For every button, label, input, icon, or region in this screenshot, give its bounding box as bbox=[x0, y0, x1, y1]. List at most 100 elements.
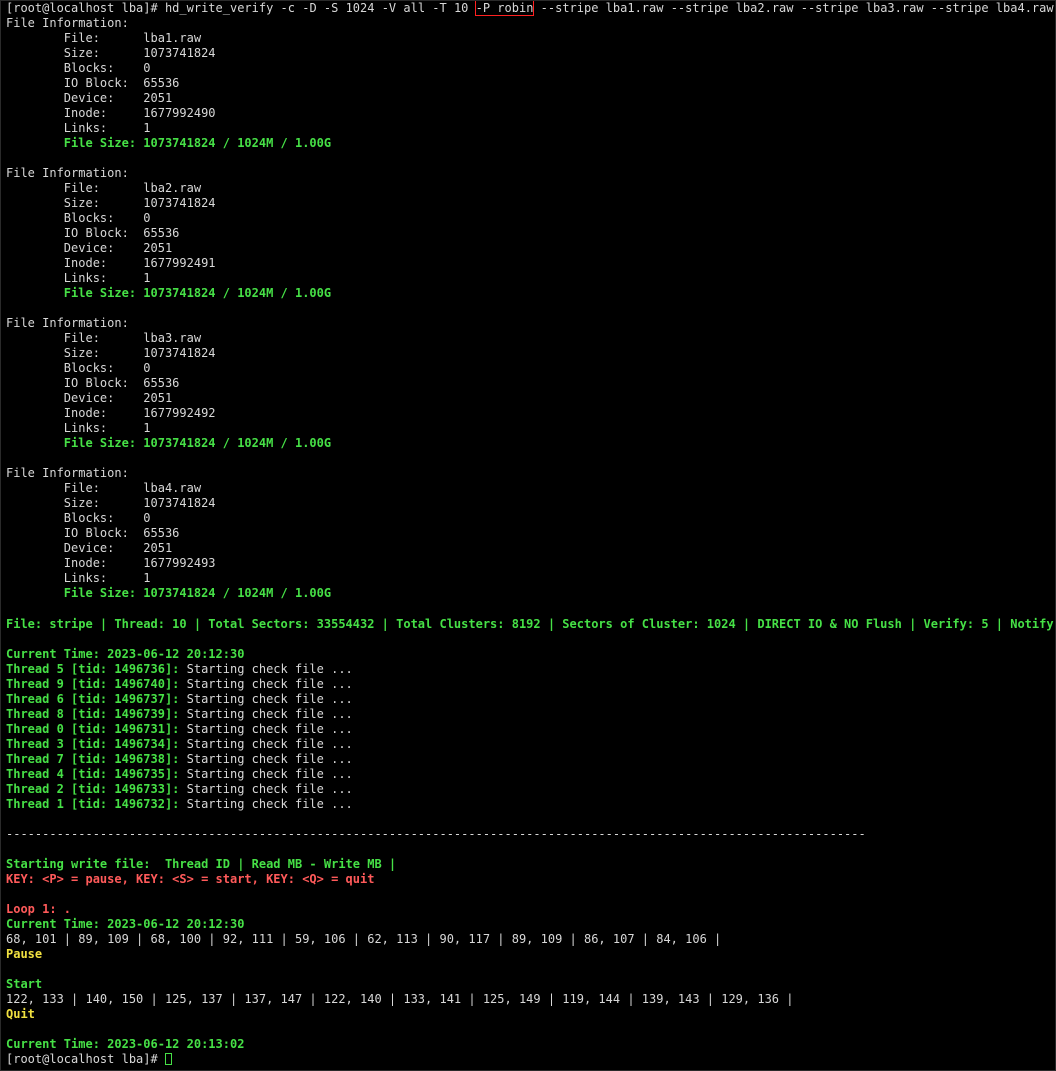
file-io-block: IO Block: 65536 bbox=[6, 76, 180, 90]
file-size: Size: 1073741824 bbox=[6, 196, 216, 210]
thread-line: Thread 0 [tid: 1496731]: Starting check … bbox=[6, 722, 1055, 737]
shell-prompt: [root@localhost lba]# bbox=[6, 1, 165, 15]
thread-message: Starting check file ... bbox=[179, 782, 353, 796]
thread-line: Thread 1 [tid: 1496732]: Starting check … bbox=[6, 797, 1055, 812]
thread-line: Thread 8 [tid: 1496739]: Starting check … bbox=[6, 707, 1055, 722]
thread-message: Starting check file ... bbox=[179, 677, 353, 691]
file-size: Size: 1073741824 bbox=[6, 346, 216, 360]
terminal-window[interactable]: [root@localhost lba]# hd_write_verify -c… bbox=[0, 0, 1056, 1071]
highlighted-option: -P robin bbox=[474, 1, 535, 16]
file-device: Device: 2051 bbox=[6, 391, 173, 405]
quit-status: Quit bbox=[6, 1007, 35, 1021]
file-info-header: File Information: bbox=[6, 316, 129, 330]
file-size-summary: File Size: 1073741824 / 1024M / 1.00G bbox=[6, 436, 332, 450]
file-io-block: IO Block: 65536 bbox=[6, 376, 180, 390]
file-inode: Inode: 1677992491 bbox=[6, 256, 216, 270]
cursor[interactable] bbox=[164, 1053, 172, 1065]
file-info-header: File Information: bbox=[6, 166, 129, 180]
thread-message: Starting check file ... bbox=[179, 752, 353, 766]
file-blocks: Blocks: 0 bbox=[6, 361, 151, 375]
thread-line: Thread 7 [tid: 1496738]: Starting check … bbox=[6, 752, 1055, 767]
thread-label: Thread 0 [tid: 1496731]: bbox=[6, 722, 180, 736]
run-summary: File: stripe | Thread: 10 | Total Sector… bbox=[6, 617, 1055, 631]
thread-label: Thread 3 [tid: 1496734]: bbox=[6, 737, 180, 751]
thread-label: Thread 7 [tid: 1496738]: bbox=[6, 752, 180, 766]
thread-list: Thread 5 [tid: 1496736]: Starting check … bbox=[6, 662, 1055, 812]
file-size-summary: File Size: 1073741824 / 1024M / 1.00G bbox=[6, 136, 332, 150]
file-device: Device: 2051 bbox=[6, 541, 173, 555]
file-inode: Inode: 1677992493 bbox=[6, 556, 216, 570]
thread-label: Thread 2 [tid: 1496733]: bbox=[6, 782, 180, 796]
thread-message: Starting check file ... bbox=[179, 707, 353, 721]
command-args: --stripe lba1.raw --stripe lba2.raw --st… bbox=[533, 1, 1054, 15]
thread-line: Thread 4 [tid: 1496735]: Starting check … bbox=[6, 767, 1055, 782]
file-device: Device: 2051 bbox=[6, 241, 173, 255]
file-links: Links: 1 bbox=[6, 271, 151, 285]
file-inode: Inode: 1677992492 bbox=[6, 406, 216, 420]
thread-line: Thread 9 [tid: 1496740]: Starting check … bbox=[6, 677, 1055, 692]
thread-line: Thread 5 [tid: 1496736]: Starting check … bbox=[6, 662, 1055, 677]
thread-line: Thread 6 [tid: 1496737]: Starting check … bbox=[6, 692, 1055, 707]
current-time: Current Time: 2023-06-12 20:12:30 bbox=[6, 647, 245, 661]
thread-message: Starting check file ... bbox=[179, 767, 353, 781]
shell-prompt: [root@localhost lba]# bbox=[6, 1052, 165, 1066]
file-links: Links: 1 bbox=[6, 571, 151, 585]
io-stats: 122, 133 | 140, 150 | 125, 137 | 137, 14… bbox=[6, 992, 794, 1006]
file-info-block: File Information: File: lba4.raw Size: 1… bbox=[6, 466, 1055, 601]
file-name: File: lba3.raw bbox=[6, 331, 202, 345]
key-help: KEY: <P> = pause, KEY: <S> = start, KEY:… bbox=[6, 872, 375, 886]
thread-label: Thread 9 [tid: 1496740]: bbox=[6, 677, 180, 691]
thread-message: Starting check file ... bbox=[179, 662, 353, 676]
file-info-block: File Information: File: lba1.raw Size: 1… bbox=[6, 16, 1055, 151]
thread-label: Thread 6 [tid: 1496737]: bbox=[6, 692, 180, 706]
file-io-block: IO Block: 65536 bbox=[6, 226, 180, 240]
command-line: [root@localhost lba]# hd_write_verify -c… bbox=[6, 1, 1055, 16]
separator-line: ----------------------------------------… bbox=[6, 827, 866, 841]
file-blocks: Blocks: 0 bbox=[6, 61, 151, 75]
file-info-header: File Information: bbox=[6, 466, 129, 480]
file-name: File: lba2.raw bbox=[6, 181, 202, 195]
thread-label: Thread 5 [tid: 1496736]: bbox=[6, 662, 180, 676]
file-links: Links: 1 bbox=[6, 121, 151, 135]
file-io-block: IO Block: 65536 bbox=[6, 526, 180, 540]
file-info-header: File Information: bbox=[6, 16, 129, 30]
current-time: Current Time: 2023-06-12 20:12:30 bbox=[6, 917, 245, 931]
file-size: Size: 1073741824 bbox=[6, 46, 216, 60]
thread-label: Thread 8 [tid: 1496739]: bbox=[6, 707, 180, 721]
file-links: Links: 1 bbox=[6, 421, 151, 435]
loop-status: Loop 1: . bbox=[6, 902, 72, 916]
file-info-block: File Information: File: lba2.raw Size: 1… bbox=[6, 166, 1055, 301]
file-info-block: File Information: File: lba3.raw Size: 1… bbox=[6, 316, 1055, 451]
start-status: Start bbox=[6, 977, 43, 991]
thread-message: Starting check file ... bbox=[179, 797, 353, 811]
command-text: hd_write_verify -c -D -S 1024 -V all -T … bbox=[164, 1, 476, 15]
thread-message: Starting check file ... bbox=[179, 722, 353, 736]
thread-label: Thread 4 [tid: 1496735]: bbox=[6, 767, 180, 781]
thread-line: Thread 2 [tid: 1496733]: Starting check … bbox=[6, 782, 1055, 797]
file-device: Device: 2051 bbox=[6, 91, 173, 105]
file-blocks: Blocks: 0 bbox=[6, 511, 151, 525]
thread-line: Thread 3 [tid: 1496734]: Starting check … bbox=[6, 737, 1055, 752]
thread-message: Starting check file ... bbox=[179, 692, 353, 706]
thread-message: Starting check file ... bbox=[179, 737, 353, 751]
file-name: File: lba1.raw bbox=[6, 31, 202, 45]
file-inode: Inode: 1677992490 bbox=[6, 106, 216, 120]
file-size-summary: File Size: 1073741824 / 1024M / 1.00G bbox=[6, 586, 332, 600]
final-prompt-line[interactable]: [root@localhost lba]# bbox=[6, 1052, 1055, 1067]
thread-label: Thread 1 [tid: 1496732]: bbox=[6, 797, 180, 811]
io-stats: 68, 101 | 89, 109 | 68, 100 | 92, 111 | … bbox=[6, 932, 722, 946]
file-size: Size: 1073741824 bbox=[6, 496, 216, 510]
file-size-summary: File Size: 1073741824 / 1024M / 1.00G bbox=[6, 286, 332, 300]
current-time: Current Time: 2023-06-12 20:13:02 bbox=[6, 1037, 245, 1051]
pause-status: Pause bbox=[6, 947, 43, 961]
